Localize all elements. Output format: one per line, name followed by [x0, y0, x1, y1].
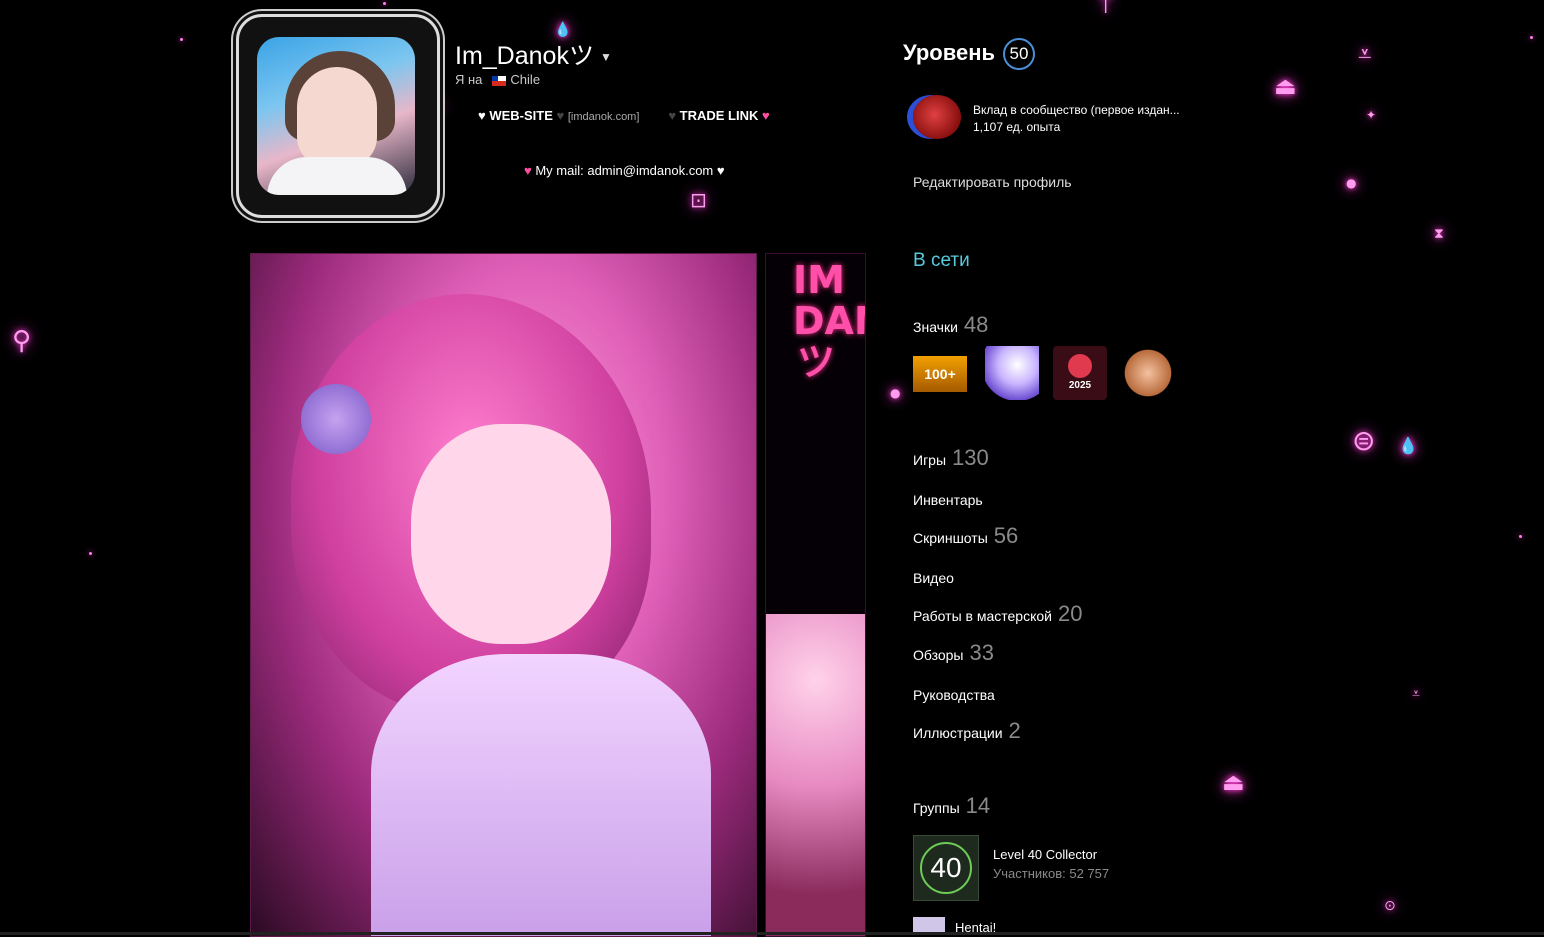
- dropdown-caret-icon[interactable]: ▼: [600, 50, 612, 64]
- avatar-coat: [267, 157, 407, 195]
- neon-glyph-icon: ⏏: [1274, 72, 1297, 100]
- badge-steam-2025-icon[interactable]: 2025: [1053, 346, 1107, 400]
- edit-profile-button[interactable]: Редактировать профиль: [913, 174, 1072, 190]
- avatar-face: [297, 67, 377, 167]
- avatar-image: [257, 37, 415, 195]
- location-country: Chile: [510, 72, 541, 87]
- artwork-dress: [371, 654, 711, 936]
- stat-label: Игры: [913, 452, 947, 468]
- website-url[interactable]: [imdanok.com]: [568, 111, 640, 123]
- badge-lightbulb-icon[interactable]: [985, 346, 1039, 400]
- heart-icon: ♥: [524, 163, 532, 178]
- group-members: Участников: 52 757: [993, 866, 1110, 881]
- neon-glyph-icon: ⏏: [1222, 768, 1245, 796]
- stat-videos[interactable]: Видео: [913, 570, 954, 586]
- stat-artwork[interactable]: Иллюстрации 2: [913, 718, 1021, 744]
- location-prefix: Я на: [455, 72, 483, 87]
- badges-count: 48: [963, 312, 989, 337]
- stat-label: Видео: [913, 570, 954, 586]
- neon-glyph-icon: 💧: [1398, 436, 1418, 455]
- artwork-showcase[interactable]: [250, 253, 757, 937]
- artwork-face: [411, 424, 611, 644]
- favorite-badge-name[interactable]: Вклад в сообщество (первое издан...: [973, 103, 1188, 117]
- group-name[interactable]: Level 40 Collector: [993, 847, 1097, 862]
- flag-chile-icon: [492, 75, 507, 86]
- artwork-side-strip[interactable]: IM DANOKツ: [765, 253, 866, 937]
- neon-dot: [1530, 36, 1533, 39]
- artwork-rose: [301, 384, 371, 454]
- neon-dot: [1519, 535, 1522, 538]
- stat-count: 56: [993, 523, 1019, 548]
- badge-gift-icon[interactable]: [1121, 346, 1175, 400]
- neon-dot: [89, 552, 92, 555]
- groups-count: 14: [965, 793, 991, 818]
- badges-label: Значки: [913, 319, 958, 335]
- heart-icon: ♥: [478, 108, 486, 123]
- neon-glyph-icon: ⊜: [1352, 424, 1376, 457]
- trade-link[interactable]: TRADE LINK: [680, 108, 759, 123]
- neon-glyph-icon: ⊤: [1096, 0, 1116, 19]
- stat-games[interactable]: Игры 130: [913, 445, 989, 471]
- groups-link[interactable]: Группы 14: [913, 793, 990, 819]
- side-text: IM DANOKツ: [793, 258, 865, 384]
- groups-label: Группы: [913, 800, 960, 816]
- stat-workshop[interactable]: Работы в мастерской 20: [913, 601, 1082, 627]
- mail-line: ♥ My mail: admin@imdanok.com ♥: [524, 163, 725, 178]
- stat-reviews[interactable]: Обзоры 33: [913, 640, 994, 666]
- neon-glyph-icon: ⚲: [12, 326, 32, 356]
- stat-inventory[interactable]: Инвентарь: [913, 492, 983, 508]
- neon-glyph-icon: ⩡: [1412, 686, 1420, 702]
- stat-screenshots[interactable]: Скриншоты 56: [913, 523, 1018, 549]
- stat-label: Работы в мастерской: [913, 608, 1052, 624]
- heart-icon: ♥: [556, 108, 565, 123]
- online-status: В сети: [913, 250, 970, 271]
- stat-label: Инвентарь: [913, 492, 983, 508]
- neon-dot: [180, 38, 183, 41]
- profile-links: ♥ WEB-SITE ♥ [imdanok.com] ♥ TRADE LINK …: [478, 108, 770, 123]
- badge-100-icon[interactable]: 100+: [913, 356, 967, 392]
- neon-glyph-icon: ⧗: [1434, 226, 1444, 242]
- side-flowers: [766, 614, 865, 936]
- favorite-badge-xp: 1,107 ед. опыта: [973, 120, 1061, 134]
- mail-text: My mail: admin@imdanok.com: [535, 163, 714, 178]
- heart-icon: ♥: [762, 108, 770, 123]
- neon-dot: [383, 2, 386, 5]
- level-badge[interactable]: 50: [1003, 38, 1036, 70]
- website-link[interactable]: WEB-SITE: [489, 108, 553, 123]
- stat-label: Руководства: [913, 687, 995, 703]
- neon-glyph-icon: ⊡: [690, 188, 707, 212]
- stat-count: 33: [969, 640, 994, 665]
- stat-label: Обзоры: [913, 647, 964, 663]
- neon-glyph-icon: ●: [890, 386, 901, 400]
- avatar[interactable]: [236, 14, 440, 218]
- neon-glyph-icon: ●: [1346, 176, 1357, 190]
- badges-link[interactable]: Значки 48: [913, 312, 988, 338]
- level-label: Уровень: [903, 39, 996, 65]
- stat-guides[interactable]: Руководства: [913, 687, 995, 703]
- level-block: Уровень 50: [903, 38, 1036, 70]
- badge-2025-label: 2025: [1068, 380, 1092, 391]
- stat-count: 20: [1057, 601, 1083, 626]
- steam-icon: [1068, 354, 1092, 378]
- heart-icon: ♥: [668, 108, 677, 123]
- stat-count: 130: [952, 445, 989, 470]
- stat-label: Иллюстрации: [913, 725, 1003, 741]
- neon-glyph-icon: ⩡: [1358, 40, 1372, 68]
- stat-label: Скриншоты: [913, 530, 988, 546]
- neon-glyph-icon: ⊙: [1384, 898, 1396, 914]
- persona-name: Im_Danokツ: [455, 42, 594, 70]
- location: Я на Chile: [455, 72, 540, 87]
- group-level-icon: 40: [920, 842, 972, 894]
- group-avatar[interactable]: 40: [913, 835, 979, 901]
- stat-count: 2: [1008, 718, 1021, 743]
- community-badge-icon[interactable]: [913, 95, 961, 139]
- neon-glyph-icon: ✦: [1366, 108, 1377, 122]
- heart-icon: ♥: [716, 163, 725, 178]
